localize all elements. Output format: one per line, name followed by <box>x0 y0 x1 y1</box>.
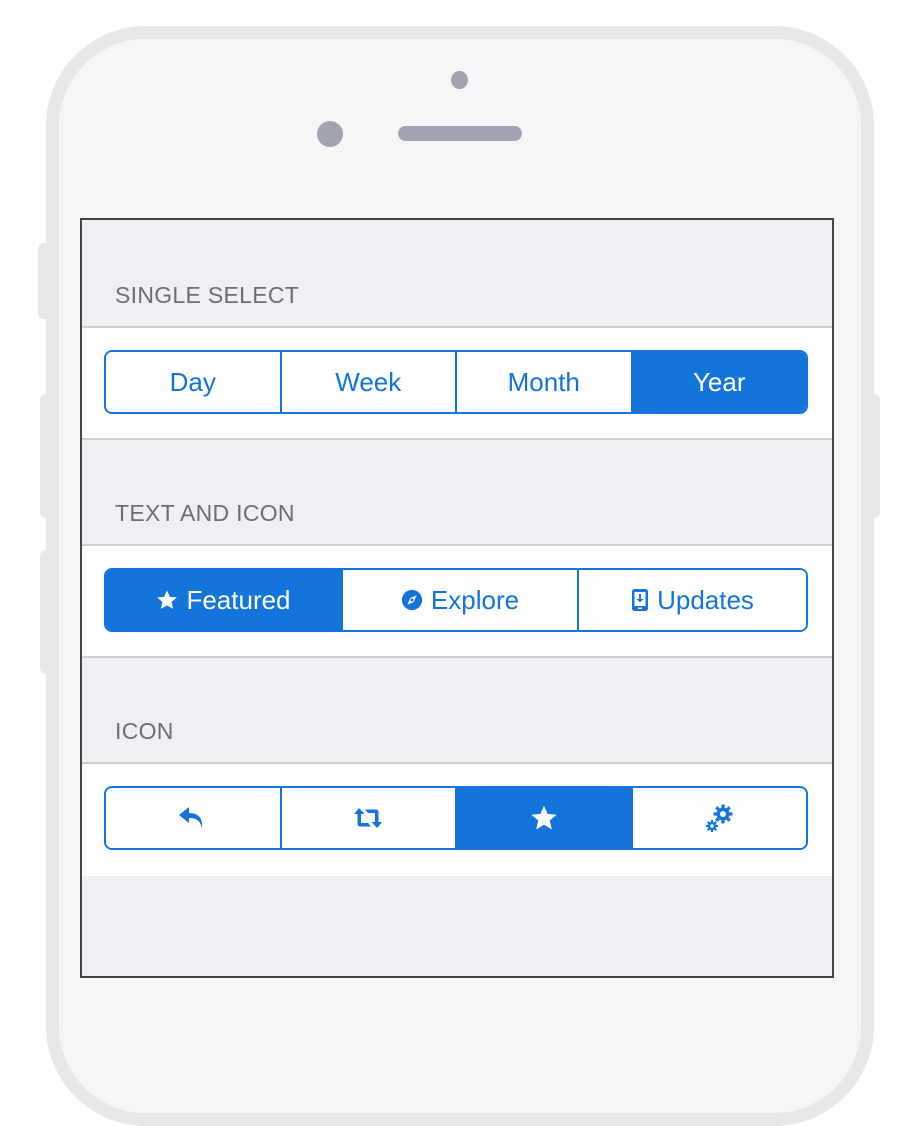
section-title: TEXT AND ICON <box>115 500 295 526</box>
volume-down-button <box>40 550 48 674</box>
segment-label: Month <box>507 366 580 397</box>
segment-label: Year <box>692 366 746 397</box>
compass-icon <box>401 589 423 611</box>
segment-explore[interactable]: Explore <box>341 570 577 630</box>
proximity-sensor <box>451 71 468 89</box>
segmented-control-text-and-icon: Featured Explore Updates <box>104 568 808 632</box>
segment-reply[interactable] <box>106 788 280 848</box>
section-header-single-select: SINGLE SELECT <box>82 220 832 328</box>
section-body-icon <box>82 764 832 876</box>
segmented-control-icon <box>104 786 808 850</box>
retweet-icon <box>353 807 383 829</box>
section-header-icon: ICON <box>82 658 832 764</box>
download-device-icon <box>631 588 649 612</box>
segment-featured[interactable]: Featured <box>106 570 341 630</box>
earpiece-speaker <box>398 126 522 141</box>
segment-label: Updates <box>657 584 754 615</box>
section-title: SINGLE SELECT <box>115 282 300 308</box>
section-body-single-select: Day Week Month Year <box>82 328 832 440</box>
screen: SINGLE SELECT Day Week Month Year TEXT A… <box>80 218 834 978</box>
front-camera <box>317 121 343 147</box>
segment-star[interactable] <box>455 788 631 848</box>
segment-label: Day <box>169 366 216 397</box>
segmented-control-single-select: Day Week Month Year <box>104 350 808 414</box>
gears-icon <box>704 803 734 833</box>
section-body-text-and-icon: Featured Explore Updates <box>82 546 832 658</box>
segment-year[interactable]: Year <box>630 352 806 412</box>
section-header-text-and-icon: TEXT AND ICON <box>82 440 832 546</box>
star-icon <box>156 589 178 611</box>
segment-day[interactable]: Day <box>106 352 280 412</box>
segment-settings[interactable] <box>630 788 806 848</box>
segment-updates[interactable]: Updates <box>577 570 806 630</box>
reply-icon <box>178 805 208 831</box>
segment-label: Featured <box>186 584 291 615</box>
power-button <box>872 394 880 518</box>
segment-month[interactable]: Month <box>455 352 631 412</box>
segment-label: Explore <box>430 584 520 615</box>
mute-switch <box>38 243 48 319</box>
segment-retweet[interactable] <box>279 788 455 848</box>
volume-up-button <box>40 394 48 518</box>
segment-label: Week <box>335 366 402 397</box>
star-icon <box>530 804 558 832</box>
section-title: ICON <box>115 718 174 744</box>
segment-week[interactable]: Week <box>279 352 455 412</box>
